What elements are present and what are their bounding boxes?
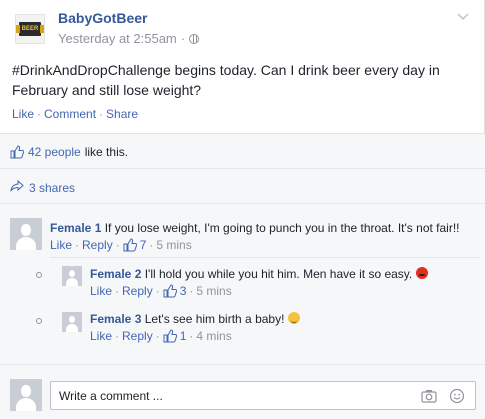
reply-bullet <box>36 318 42 324</box>
page-name-link[interactable]: BabyGotBeer <box>58 10 147 26</box>
reply-actions: Like · Reply · 1 · 4 mins <box>90 329 232 343</box>
divider <box>0 364 485 365</box>
post-actions: Like · Comment · Share <box>12 107 138 121</box>
reply-author[interactable]: Female 3 <box>90 312 141 326</box>
facebook-post: BEER BabyGotBeer Yesterday at 2:55am · #… <box>0 0 485 419</box>
reply-reply-link[interactable]: Reply <box>122 284 153 298</box>
comment-input[interactable]: Write a comment ... <box>50 381 476 410</box>
reply-body: Female 3 Let's see him birth a baby! <box>90 311 475 327</box>
reply-text: Let's see him birth a baby! <box>144 312 285 326</box>
page-avatar[interactable]: BEER <box>15 14 45 44</box>
reply-like-count[interactable]: 1 <box>180 329 187 343</box>
divider <box>0 203 485 204</box>
likes-suffix: like this. <box>84 145 129 159</box>
comment-like-link[interactable]: Like <box>50 238 72 252</box>
avatar[interactable] <box>62 266 82 286</box>
divider <box>50 257 480 258</box>
reply-reply-link[interactable]: Reply <box>122 329 153 343</box>
reply-time[interactable]: 5 mins <box>196 284 231 298</box>
divider <box>0 133 485 134</box>
shares-summary[interactable]: 3 shares <box>10 179 75 195</box>
shares-count[interactable]: 3 shares <box>29 181 75 195</box>
comment-author[interactable]: Female 1 <box>50 221 101 235</box>
divider <box>0 168 485 169</box>
avatar <box>10 379 42 411</box>
reply-body: Female 2 I'll hold you while you hit him… <box>90 266 475 282</box>
reply-text: I'll hold you while you hit him. Men hav… <box>144 267 413 281</box>
action-separator: · <box>99 107 104 121</box>
likes-count-link[interactable]: 42 people <box>28 145 81 159</box>
reply-like-count[interactable]: 3 <box>180 284 187 298</box>
comment-text: If you lose weight, I'm going to punch y… <box>104 221 460 235</box>
comment-link[interactable]: Comment <box>44 107 96 121</box>
post-text: #DrinkAndDropChallenge begins today. Can… <box>12 62 440 98</box>
comment-reply-link[interactable]: Reply <box>82 238 113 252</box>
thumbs-up-icon <box>10 145 24 159</box>
post-meta: Yesterday at 2:55am · <box>58 31 200 46</box>
camera-icon[interactable] <box>421 389 437 403</box>
angry-face-icon <box>415 267 428 279</box>
comment-body: Female 1 If you lose weight, I'm going t… <box>50 220 475 236</box>
action-separator: · <box>37 107 42 121</box>
globe-icon <box>189 33 200 44</box>
comment-like-count[interactable]: 7 <box>140 238 147 252</box>
avatar[interactable] <box>62 312 82 332</box>
smiley-icon[interactable] <box>449 388 465 404</box>
thumbs-up-icon <box>163 329 177 343</box>
comment-actions: Like · Reply · 7 · 5 mins <box>50 238 192 252</box>
reply-bullet <box>36 272 42 278</box>
chevron-down-icon[interactable] <box>456 10 470 24</box>
avatar[interactable] <box>10 218 42 250</box>
share-arrow-icon <box>10 179 24 195</box>
comment-time[interactable]: 5 mins <box>156 238 191 252</box>
reply-like-link[interactable]: Like <box>90 284 112 298</box>
reply-actions: Like · Reply · 3 · 5 mins <box>90 284 232 298</box>
reply-like-link[interactable]: Like <box>90 329 112 343</box>
beer-logo-icon: BEER <box>16 22 44 36</box>
winking-tongue-face-icon <box>287 312 300 324</box>
like-link[interactable]: Like <box>12 107 34 121</box>
likes-summary: 42 people like this. <box>10 145 128 159</box>
thumbs-up-icon <box>163 284 177 298</box>
share-link[interactable]: Share <box>106 107 138 121</box>
post-timestamp[interactable]: Yesterday at 2:55am <box>58 31 177 46</box>
reply-time[interactable]: 4 mins <box>196 329 231 343</box>
reply-author[interactable]: Female 2 <box>90 267 141 281</box>
thumbs-up-icon <box>123 238 137 252</box>
comment-input-placeholder: Write a comment ... <box>59 389 163 403</box>
meta-separator: · <box>180 31 186 46</box>
